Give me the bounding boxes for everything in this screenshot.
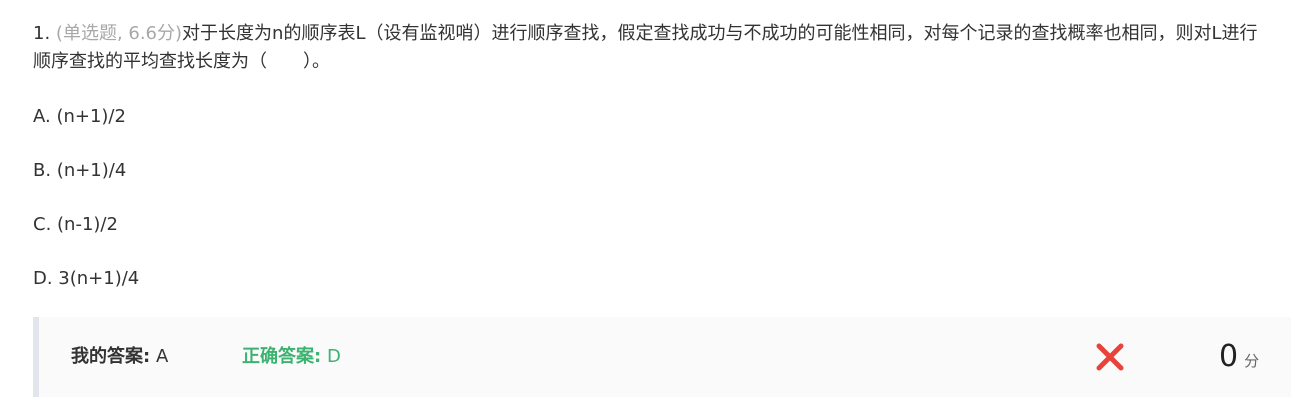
question-text: 1. (单选题, 6.6分)对于长度为n的顺序表L（设有监视哨）进行顺序查找，假…	[33, 20, 1273, 76]
option-d[interactable]: D. 3(n+1)/4	[33, 265, 139, 319]
correct-answer-value: D	[326, 346, 341, 367]
option-a[interactable]: A. (n+1)/2	[33, 103, 139, 157]
answer-panel: 我的答案: A 正确答案: D 0分	[33, 317, 1291, 397]
my-answer-label: 我的答案:	[71, 346, 151, 367]
score-value: 0	[1219, 339, 1239, 374]
option-c[interactable]: C. (n-1)/2	[33, 211, 139, 265]
question-stem: 对于长度为n的顺序表L（设有监视哨）进行顺序查找，假定查找成功与不成功的可能性相…	[33, 23, 1258, 72]
option-list: A. (n+1)/2 B. (n+1)/4 C. (n-1)/2 D. 3(n+…	[33, 103, 139, 319]
question-number: 1.	[33, 23, 51, 44]
option-b[interactable]: B. (n+1)/4	[33, 157, 139, 211]
correct-answer: 正确答案: D	[242, 343, 341, 371]
score: 0分	[1219, 337, 1259, 381]
my-answer-value: A	[155, 346, 169, 367]
my-answer: 我的答案: A	[71, 343, 168, 371]
score-unit: 分	[1244, 352, 1260, 370]
question-meta: (单选题, 6.6分)	[55, 23, 183, 44]
correct-answer-label: 正确答案:	[242, 346, 322, 367]
cross-icon	[1096, 343, 1124, 371]
